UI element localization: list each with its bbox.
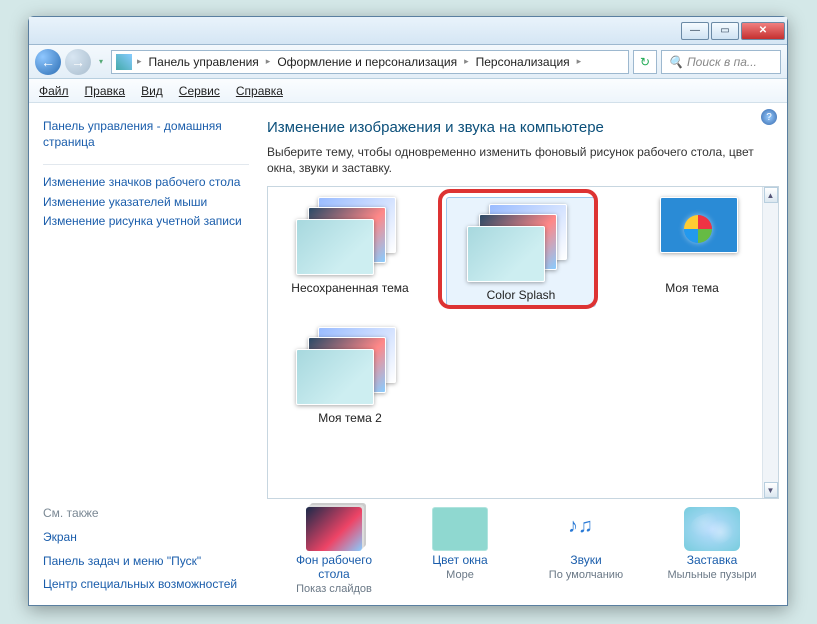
refresh-button[interactable]: ↻ (633, 50, 657, 74)
sidebar-link-mouse-pointers[interactable]: Изменение указателей мыши (43, 195, 249, 211)
theme-thumbnail (290, 327, 410, 407)
menu-bar: Файл Правка Вид Сервис Справка (29, 79, 787, 103)
property-tile-saver[interactable]: Заставка Мыльные пузыри (657, 507, 767, 595)
theme-item[interactable]: Моя тема 2 (280, 327, 420, 425)
titlebar[interactable]: — ▭ ✕ (29, 17, 787, 45)
scroll-down-button[interactable]: ▼ (764, 482, 778, 498)
sidebar-link-desktop-icons[interactable]: Изменение значков рабочего стола (43, 175, 249, 191)
breadcrumb[interactable]: Оформление и персонализация (275, 55, 459, 69)
window-body: Панель управления - домашняя страница Из… (29, 103, 787, 605)
close-button[interactable]: ✕ (741, 22, 785, 40)
sound-icon (558, 507, 614, 551)
crumb-sep-icon: ▸ (461, 56, 472, 67)
property-tile-color[interactable]: Цвет окна Море (405, 507, 515, 595)
theme-label: Моя тема (622, 281, 762, 295)
menu-help[interactable]: Справка (236, 84, 283, 98)
menu-edit[interactable]: Правка (85, 84, 126, 98)
crumb-sep-icon: ▸ (574, 56, 585, 67)
menu-view[interactable]: Вид (141, 84, 163, 98)
property-name: Фон рабочего стола (279, 553, 389, 581)
theme-item[interactable]: Несохраненная тема (280, 197, 420, 307)
theme-thumbnail (461, 204, 581, 284)
breadcrumb[interactable]: Панель управления (147, 55, 261, 69)
control-panel-window: — ▭ ✕ ← → ▾ ▸ Панель управления ▸ Оформл… (28, 16, 788, 606)
search-input[interactable]: 🔍 Поиск в па... (661, 50, 781, 74)
sidebar: Панель управления - домашняя страница Из… (29, 103, 249, 605)
navigation-bar: ← → ▾ ▸ Панель управления ▸ Оформление и… (29, 45, 787, 79)
search-placeholder: Поиск в па... (687, 55, 757, 69)
theme-thumbnail (632, 197, 752, 277)
property-value: По умолчанию (549, 569, 623, 581)
help-icon[interactable]: ? (761, 109, 777, 125)
crumb-sep-icon: ▸ (134, 56, 145, 67)
theme-thumbnail (290, 197, 410, 277)
crumb-sep-icon: ▸ (263, 56, 274, 67)
theme-list: Несохраненная тема Color Splash Моя тема Мо… (267, 186, 779, 499)
sidebar-link-display[interactable]: Экран (43, 530, 249, 546)
address-bar[interactable]: ▸ Панель управления ▸ Оформление и персо… (111, 50, 629, 74)
property-name: Звуки (570, 553, 601, 567)
property-tile-sound[interactable]: Звуки По умолчанию (531, 507, 641, 595)
sidebar-link-account-picture[interactable]: Изменение рисунка учетной записи (43, 214, 249, 230)
property-tile-bg[interactable]: Фон рабочего стола Показ слайдов (279, 507, 389, 595)
property-name: Цвет окна (432, 553, 487, 567)
color-icon (432, 507, 488, 551)
property-value: Показ слайдов (296, 583, 372, 595)
minimize-button[interactable]: — (681, 22, 709, 40)
scroll-up-button[interactable]: ▲ (764, 187, 778, 203)
search-icon: 🔍 (668, 55, 683, 69)
control-panel-home-link[interactable]: Панель управления - домашняя страница (43, 119, 249, 150)
theme-item[interactable]: Color Splash (446, 197, 596, 307)
theme-properties-row: Фон рабочего стола Показ слайдов Цвет окна… (267, 499, 779, 595)
bg-icon (306, 507, 362, 551)
nav-history-dropdown[interactable]: ▾ (95, 50, 107, 74)
back-button[interactable]: ← (35, 49, 61, 75)
main-content: ? Изменение изображения и звука на компь… (249, 103, 787, 605)
page-title: Изменение изображения и звука на компьют… (267, 119, 779, 136)
personalization-icon (116, 54, 132, 70)
property-value: Мыльные пузыри (667, 569, 756, 581)
see-also-heading: См. также (43, 506, 249, 520)
breadcrumb[interactable]: Персонализация (474, 55, 572, 69)
theme-label: Моя тема 2 (280, 411, 420, 425)
sidebar-link-ease-of-access[interactable]: Центр специальных возможностей (43, 577, 249, 593)
property-name: Заставка (687, 553, 738, 567)
property-value: Море (446, 569, 474, 581)
theme-label: Color Splash (451, 288, 591, 302)
saver-icon (684, 507, 740, 551)
forward-button[interactable]: → (65, 49, 91, 75)
page-description: Выберите тему, чтобы одновременно измени… (267, 144, 779, 176)
sidebar-link-taskbar[interactable]: Панель задач и меню "Пуск" (43, 554, 249, 570)
theme-item[interactable]: Моя тема (622, 197, 762, 307)
scrollbar[interactable]: ▲ ▼ (762, 187, 778, 498)
theme-label: Несохраненная тема (280, 281, 420, 295)
menu-tools[interactable]: Сервис (179, 84, 220, 98)
menu-file[interactable]: Файл (39, 84, 69, 98)
maximize-button[interactable]: ▭ (711, 22, 739, 40)
